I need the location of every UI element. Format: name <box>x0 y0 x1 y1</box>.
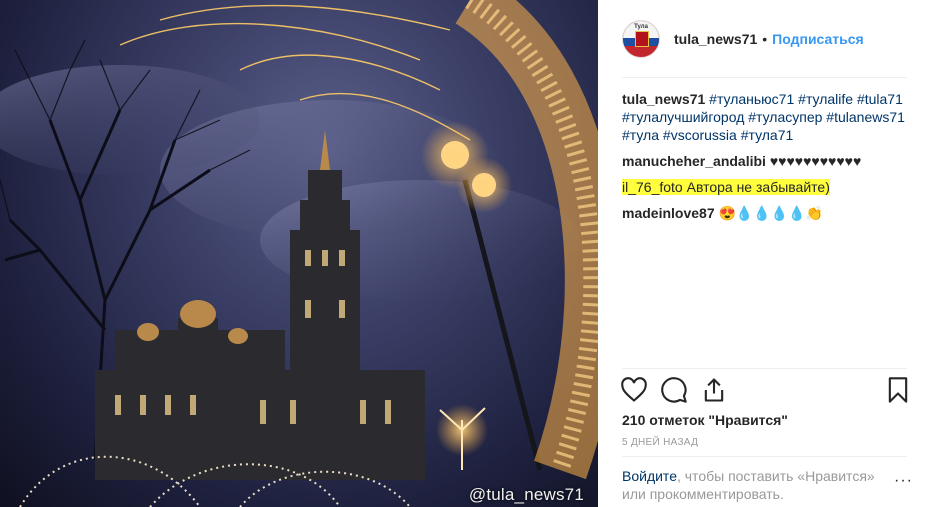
comment-text: 😍💧💧💧💧👏 <box>718 205 824 221</box>
login-divider <box>622 456 907 457</box>
hashtag-link[interactable]: #тулалучшийгород <box>622 109 744 125</box>
bookmark-icon[interactable] <box>884 376 912 404</box>
comment-item: manucheher_andalibi ♥♥♥♥♥♥♥♥♥♥♥ <box>622 152 908 170</box>
separator-dot: • <box>762 31 768 47</box>
hashtag-link[interactable]: #тула71 <box>741 127 794 143</box>
comment-username[interactable]: il_76_foto <box>622 179 683 195</box>
header-username[interactable]: tula_news71 <box>674 31 757 47</box>
hashtag-link[interactable]: #vscorussia <box>663 127 737 143</box>
comment-text: ♥♥♥♥♥♥♥♥♥♥♥ <box>769 153 862 169</box>
post-photo[interactable]: @tula_news71 <box>0 0 598 507</box>
more-options-icon[interactable]: ··· <box>894 472 913 490</box>
hashtag-link[interactable]: #тулаlife <box>798 91 853 107</box>
avatar-text: Тула <box>634 24 648 30</box>
avatar[interactable]: Тула <box>622 20 660 58</box>
post-header: Тула tula_news71 • Подписаться <box>622 18 907 60</box>
post-side-panel: Тула tula_news71 • Подписаться tula_news… <box>598 0 931 507</box>
photo-illustration <box>0 0 598 507</box>
heart-icon[interactable] <box>620 376 648 404</box>
comments-list: tula_news71 #туланьюс71 #тулаlife #tula7… <box>622 90 908 230</box>
comment-icon[interactable] <box>660 376 688 404</box>
hashtag-link[interactable]: #tulanews71 <box>826 109 905 125</box>
action-bar <box>620 376 910 404</box>
comment-item: il_76_foto Автора не забывайте) <box>622 178 908 196</box>
comment-username[interactable]: madeinlove87 <box>622 205 715 221</box>
hashtag-link[interactable]: #туланьюс71 <box>709 91 794 107</box>
login-link[interactable]: Войдите <box>622 468 677 484</box>
comment-username[interactable]: manucheher_andalibi <box>622 153 766 169</box>
crest-icon <box>635 31 649 47</box>
login-prompt: Войдите, чтобы поставить «Нравится» или … <box>622 467 882 503</box>
comment-text: Автора не забывайте) <box>686 179 830 195</box>
comment-username[interactable]: tula_news71 <box>622 91 705 107</box>
likes-count[interactable]: 210 отметок "Нравится" <box>622 412 788 428</box>
actions-divider <box>622 368 907 369</box>
highlighted-comment: il_76_foto Автора не забывайте) <box>622 179 830 195</box>
caption-comment: tula_news71 #туланьюс71 #тулаlife #tula7… <box>622 90 908 144</box>
photo-watermark: @tula_news71 <box>468 485 584 504</box>
comment-item: madeinlove87 😍💧💧💧💧👏 <box>622 204 908 222</box>
hashtag-link[interactable]: #тула <box>622 127 659 143</box>
hashtag-link[interactable]: #tula71 <box>857 91 903 107</box>
hashtag-link[interactable]: #туласупер <box>748 109 822 125</box>
header-divider <box>622 77 907 78</box>
share-icon[interactable] <box>700 376 728 404</box>
post-timestamp[interactable]: 5 ДНЕЙ НАЗАД <box>622 437 698 448</box>
follow-button[interactable]: Подписаться <box>772 31 864 47</box>
